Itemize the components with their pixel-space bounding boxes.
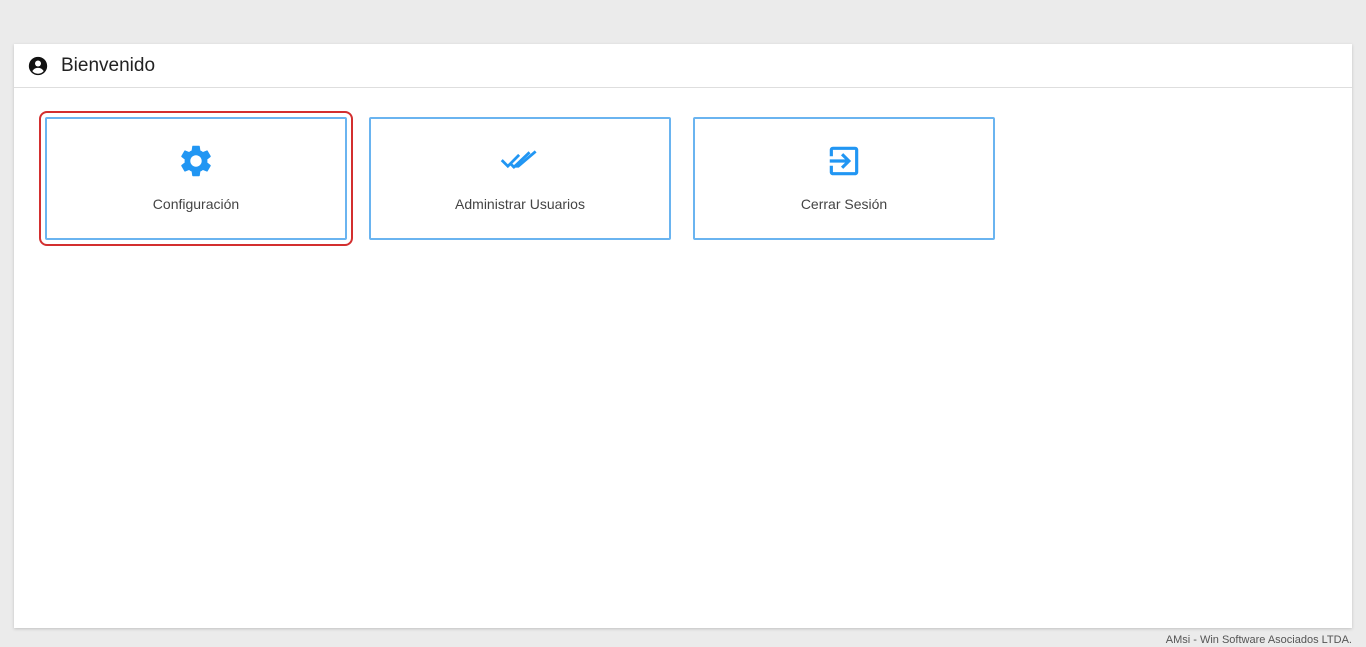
tile-label: Configuración: [152, 196, 240, 212]
double-check-icon: [500, 141, 540, 181]
card-header: Bienvenido: [14, 44, 1352, 88]
account-circle-icon: [28, 56, 48, 76]
page-title: Bienvenido: [61, 54, 156, 76]
configuracion-tile[interactable]: Configuración: [39, 111, 353, 246]
footer-text: AMsi - Win Software Asociados LTDA.: [1165, 634, 1352, 646]
welcome-card: Bienvenido Configuración Administrar Usu…: [14, 44, 1352, 628]
administrar-usuarios-tile[interactable]: Administrar Usuarios: [369, 117, 671, 240]
tile-label: Administrar Usuarios: [455, 196, 585, 212]
exit-icon: [824, 141, 864, 181]
gear-icon: [176, 141, 216, 181]
cerrar-sesion-tile[interactable]: Cerrar Sesión: [693, 117, 995, 240]
tile-label: Cerrar Sesión: [800, 196, 888, 212]
menu-tiles: Configuración Administrar Usuarios Cerra…: [39, 111, 1017, 246]
